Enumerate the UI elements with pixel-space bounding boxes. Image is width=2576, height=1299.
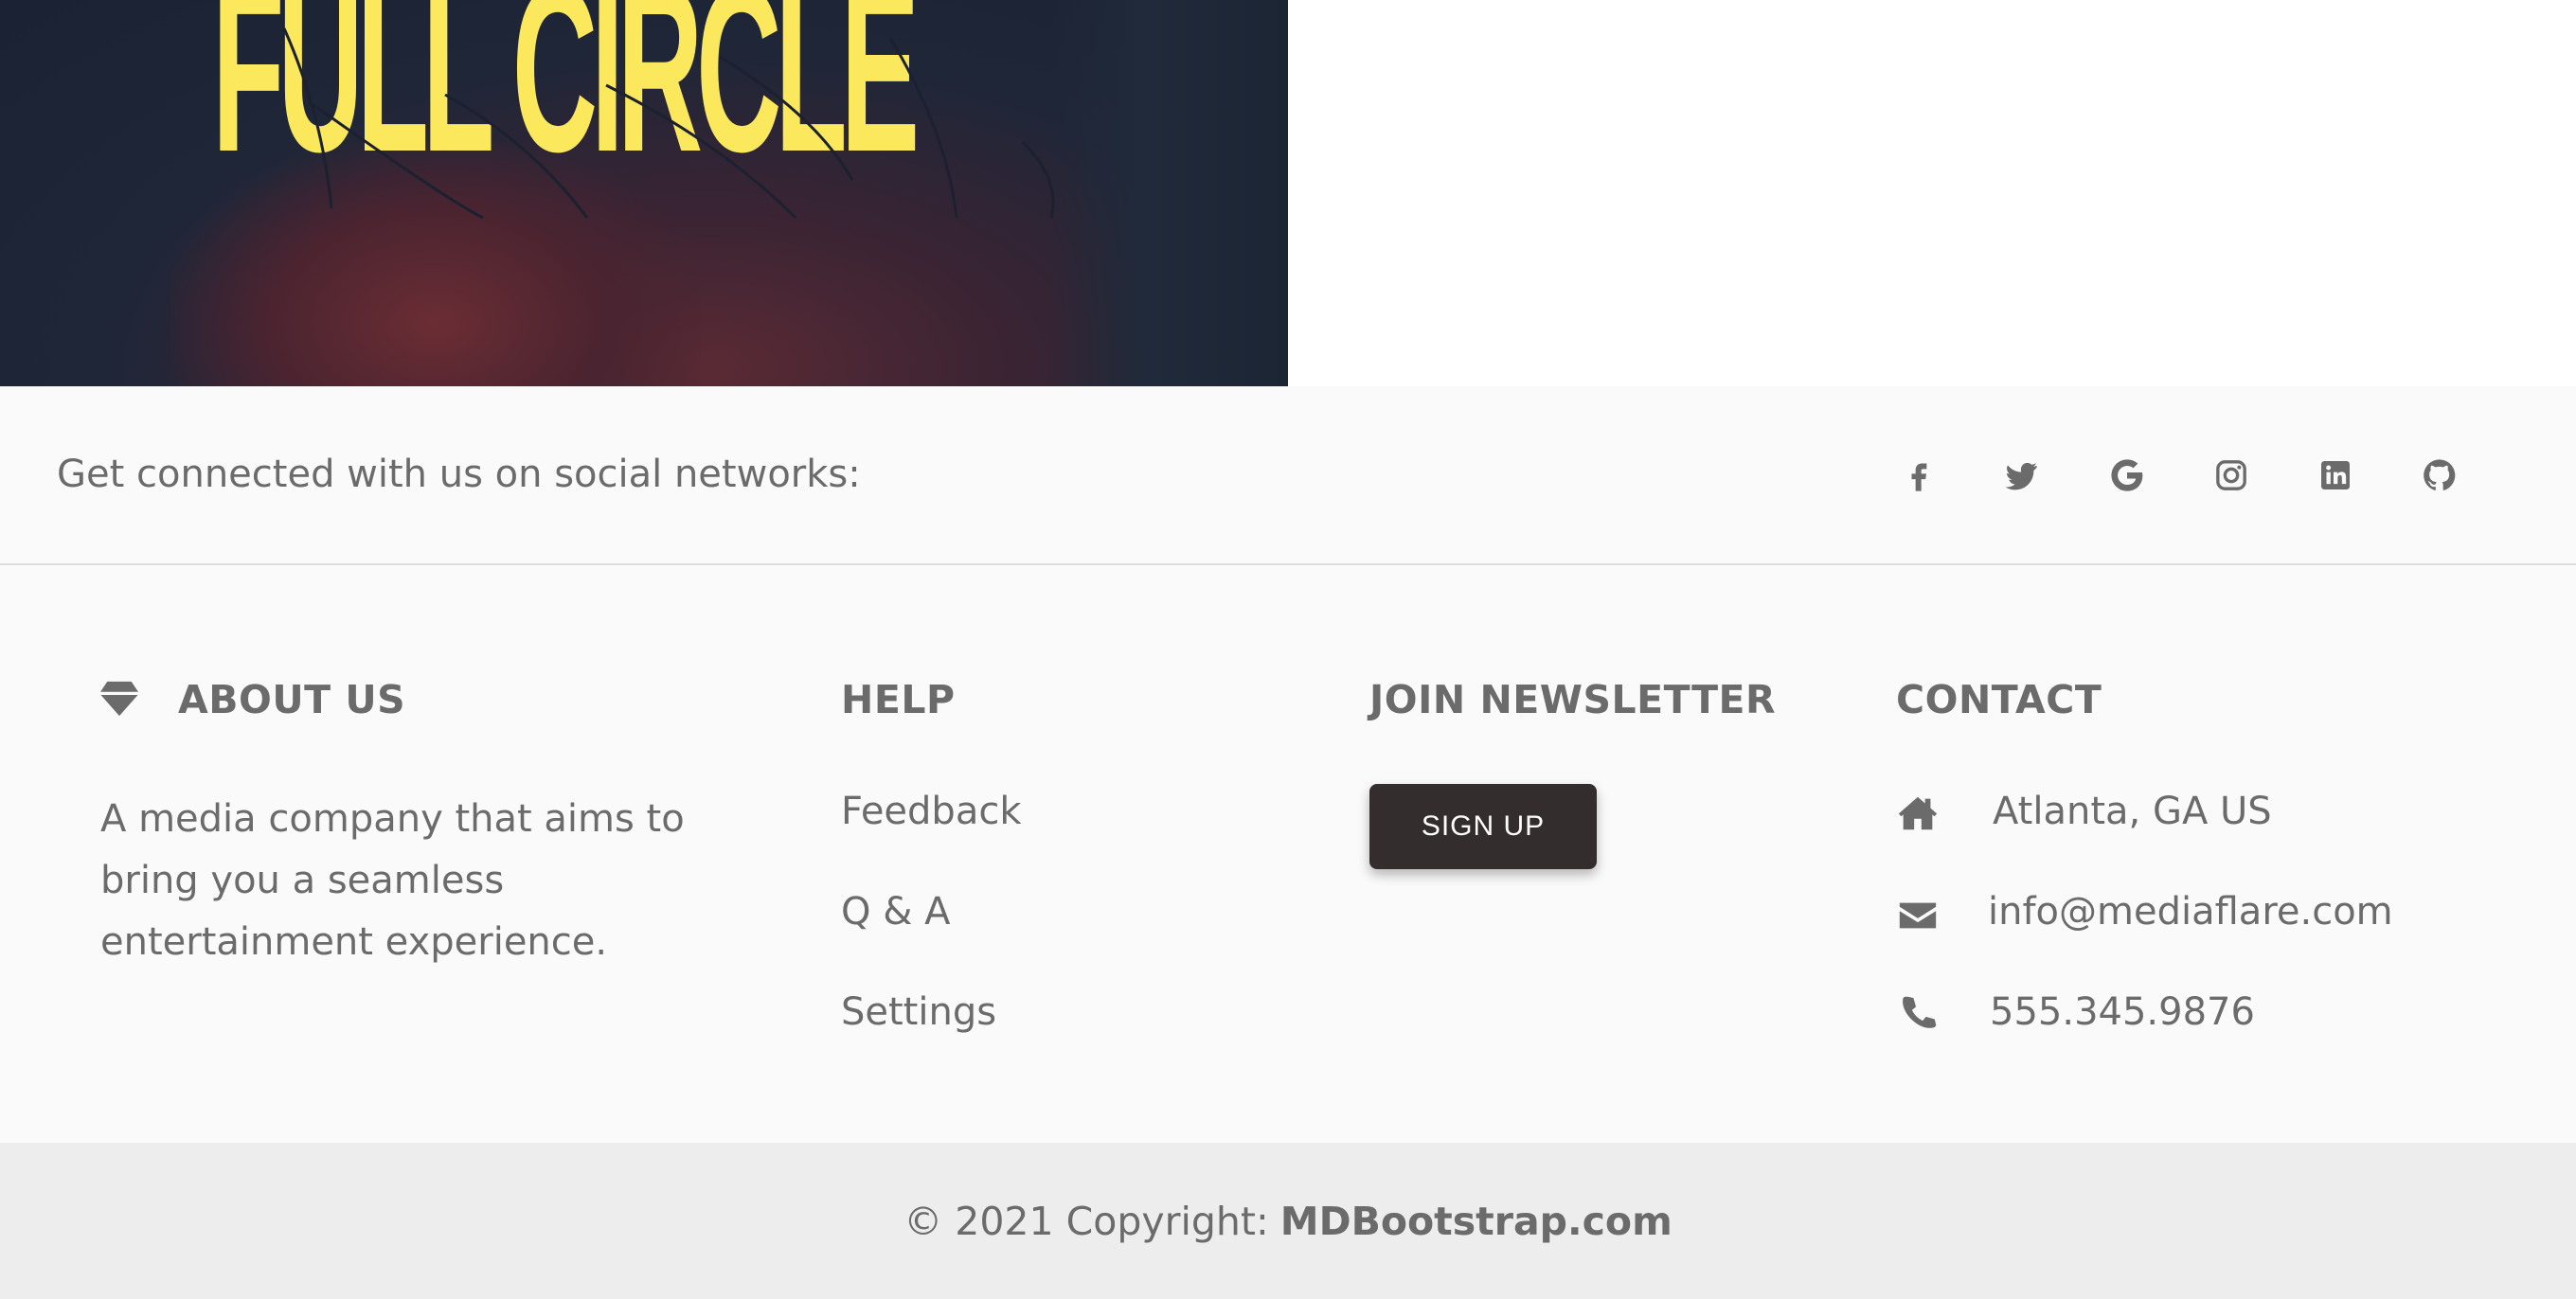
social-bar: Get connected with us on social networks… — [0, 386, 2576, 565]
linkedin-icon[interactable] — [2311, 451, 2360, 500]
newsletter-title: JOIN NEWSLETTER — [1369, 677, 1777, 722]
about-us-title: ABOUT US — [178, 677, 406, 722]
copyright-link[interactable]: MDBootstrap.com — [1280, 1199, 1673, 1244]
sign-up-button[interactable]: SIGN UP — [1369, 784, 1597, 869]
instagram-icon[interactable] — [2207, 451, 2256, 500]
page-blank-area — [1288, 0, 2576, 386]
home-icon — [1898, 796, 1938, 830]
contact-address: Atlanta, GA US — [1993, 790, 2272, 833]
facebook-icon[interactable] — [1894, 451, 1943, 500]
gem-icon — [100, 681, 138, 717]
contact-email[interactable]: info@mediaflare.com — [1988, 890, 2393, 934]
google-icon[interactable] — [2102, 451, 2152, 500]
copyright-text: © 2021 Copyright: — [903, 1198, 1269, 1244]
github-icon[interactable] — [2415, 451, 2464, 500]
banner-decoration-lines — [282, 27, 1055, 220]
contact-phone[interactable]: 555.345.9876 — [1990, 990, 2255, 1034]
settings-link[interactable]: Settings — [841, 990, 996, 1034]
phone-icon — [1903, 996, 1937, 1028]
envelope-icon — [1899, 902, 1937, 929]
feedback-link[interactable]: Feedback — [841, 790, 1022, 833]
about-us-description: A media company that aims to bring you a… — [100, 797, 685, 964]
qa-link[interactable]: Q & A — [841, 890, 950, 934]
help-title: HELP — [841, 677, 956, 722]
contact-title: CONTACT — [1896, 677, 2102, 722]
social-connect-text: Get connected with us on social networks… — [57, 453, 861, 496]
footer-main: ABOUT US A media company that aims to br… — [0, 565, 2576, 1143]
copyright-bar: © 2021 Copyright: MDBootstrap.com — [0, 1143, 2576, 1299]
twitter-icon[interactable] — [1996, 451, 2046, 500]
hero-banner-image: FULL CIRCLE — [0, 0, 1288, 386]
